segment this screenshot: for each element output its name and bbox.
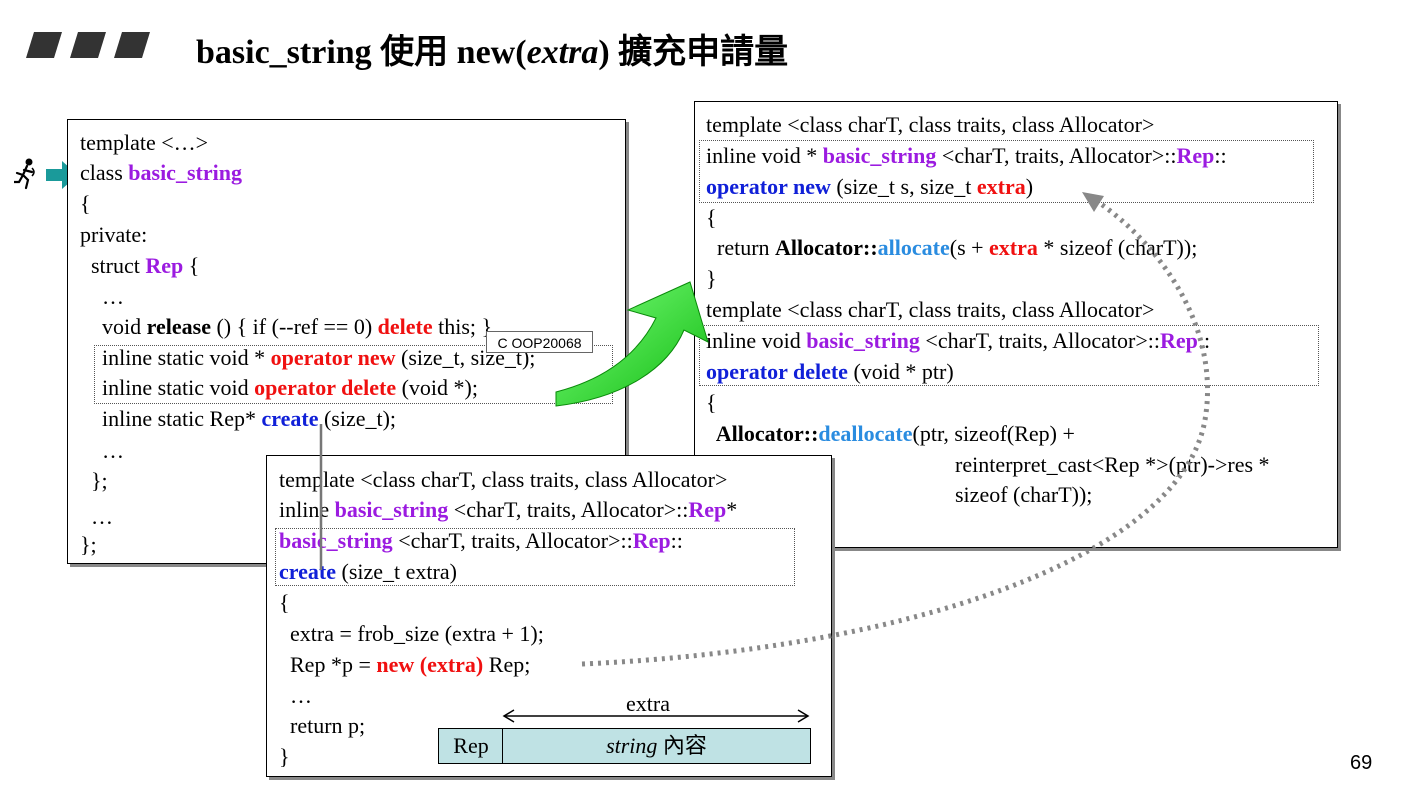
page-number: 69 — [1350, 752, 1373, 774]
dotted-arrow-to-operator-new — [581, 195, 1210, 667]
connector-overlay — [319, 192, 1210, 667]
dotted-arrow-head — [1082, 192, 1104, 212]
tooltip-label: C OOP20068 — [486, 331, 593, 353]
